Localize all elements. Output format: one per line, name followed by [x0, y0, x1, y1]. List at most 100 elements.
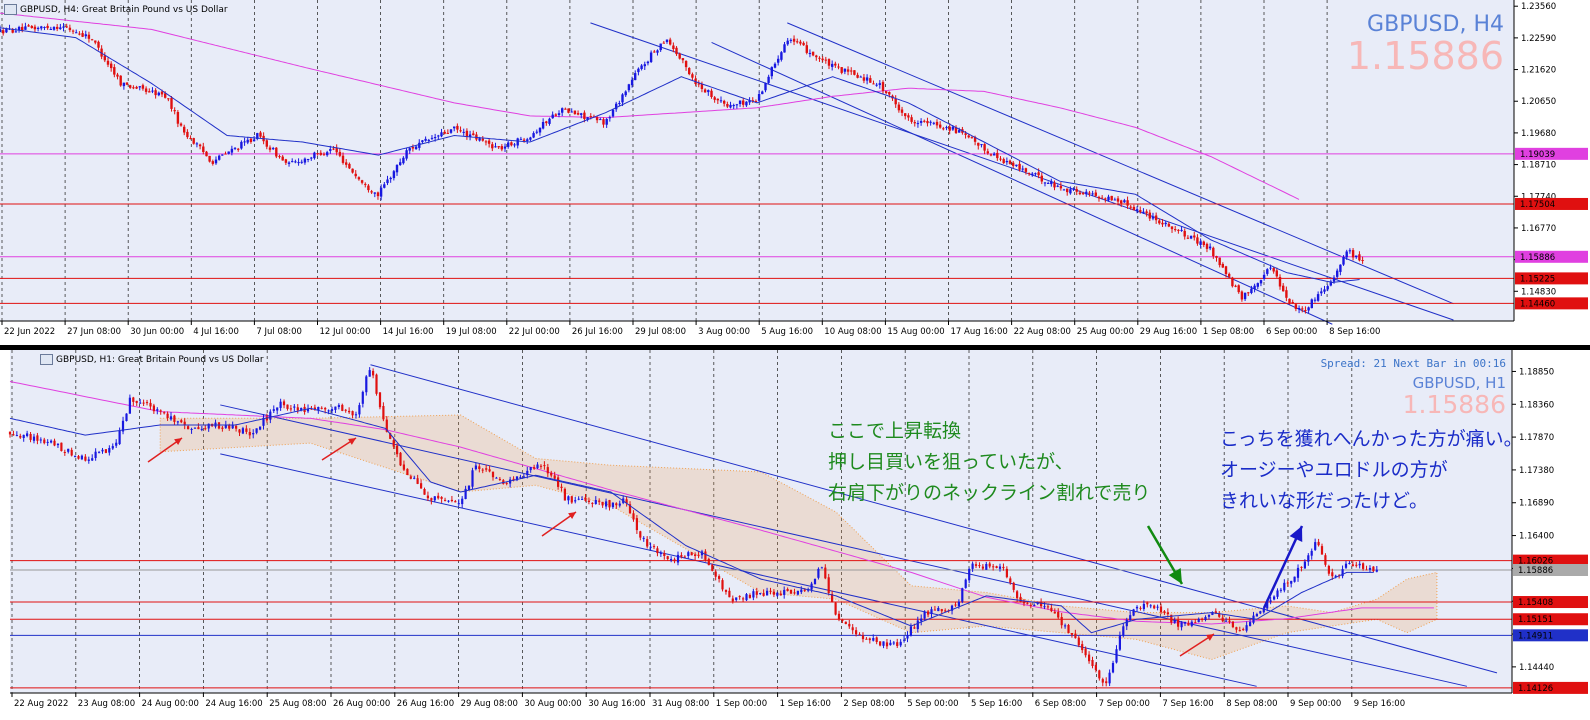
- bear-candle: [345, 162, 348, 165]
- bull-candle: [151, 90, 154, 92]
- bear-candle: [1084, 648, 1087, 656]
- price-tick-label: 1.22590: [1521, 34, 1556, 44]
- bear-candle: [119, 75, 122, 86]
- price-tick-label: 1.18360: [1519, 400, 1554, 410]
- bull-candle: [961, 588, 964, 602]
- bear-candle: [135, 86, 138, 89]
- price-tick-label: 1.21620: [1521, 66, 1556, 76]
- bear-candle: [786, 589, 789, 591]
- bear-candle: [986, 151, 989, 154]
- bull-candle: [580, 113, 583, 115]
- bear-candle: [713, 97, 716, 100]
- bull-candle: [687, 552, 690, 556]
- time-tick-label: 6 Sep 00:00: [1266, 327, 1317, 337]
- bear-candle: [237, 148, 240, 150]
- h1-chart-title: GBPUSD, H1: Great Britain Pound vs US Do…: [56, 354, 264, 365]
- h4-chart-window[interactable]: 1.23560 1.22590 1.21620 1.20650 1.19680 1.187…: [0, 0, 1590, 345]
- bear-candle: [1286, 582, 1289, 584]
- bull-candle: [1269, 267, 1272, 269]
- bear-candle: [635, 518, 638, 531]
- blue-trade-annotation: こっちを獲れへんかった方が痛い。 オージーやユロドルの方が きれいな形だったけど…: [1220, 424, 1523, 517]
- bear-candle: [1139, 607, 1142, 609]
- bear-candle: [865, 638, 868, 640]
- bear-candle: [170, 97, 173, 109]
- bear-candle: [360, 180, 364, 183]
- bear-candle: [332, 148, 335, 150]
- bull-candle: [878, 83, 881, 85]
- time-tick-label: 25 Aug 08:00: [269, 699, 326, 709]
- bull-candle: [993, 153, 996, 156]
- bull-candle: [1283, 582, 1286, 591]
- bear-candle: [456, 125, 459, 130]
- bear-candle: [1053, 611, 1056, 614]
- bull-candle: [1135, 606, 1139, 609]
- bear-candle: [656, 548, 659, 554]
- bear-candle: [1355, 564, 1358, 566]
- bear-candle: [1278, 277, 1282, 287]
- bull-candle: [269, 411, 272, 420]
- bull-candle: [1273, 596, 1276, 600]
- bear-candle: [289, 408, 292, 410]
- bull-candle: [929, 121, 932, 123]
- bull-candle: [1197, 618, 1200, 623]
- bear-candle: [850, 70, 853, 72]
- bull-candle: [427, 139, 430, 141]
- bear-candle: [1008, 160, 1012, 164]
- bull-candle: [1279, 589, 1282, 591]
- bear-candle: [983, 144, 986, 151]
- bear-candle: [875, 637, 878, 642]
- bear-candle: [235, 425, 238, 429]
- bull-candle: [1358, 563, 1361, 566]
- bull-candle: [74, 456, 77, 458]
- bear-candle: [1116, 198, 1120, 202]
- bull-candle: [859, 76, 862, 78]
- time-tick-label: 6 Sep 08:00: [1035, 699, 1086, 709]
- bull-candle: [1276, 590, 1279, 597]
- price-tick-label: 1.16890: [1519, 499, 1554, 509]
- bear-candle: [149, 402, 152, 407]
- time-tick-label: 22 Jun 2022: [4, 327, 55, 337]
- bear-candle: [1202, 241, 1205, 245]
- price-tick-label: 1.17380: [1519, 466, 1554, 476]
- bull-candle: [1091, 193, 1094, 195]
- bull-candle: [32, 436, 36, 441]
- bear-candle: [411, 147, 415, 149]
- h1-chart-window[interactable]: 1.18850 1.18360 1.17870 1.17380 1.16890 1.164…: [0, 350, 1590, 720]
- bull-candle: [643, 64, 646, 67]
- bull-candle: [796, 590, 799, 595]
- price-tick-label: 1.16400: [1519, 532, 1554, 542]
- green-annotation-line: 押し目買いを狙っていたが、: [828, 451, 1074, 473]
- bull-candle: [1190, 621, 1193, 626]
- bear-candle: [167, 98, 170, 100]
- bear-candle: [1167, 223, 1171, 227]
- bear-candle: [286, 404, 289, 409]
- price-tick-label: 1.20650: [1521, 97, 1556, 107]
- bull-candle: [252, 433, 255, 435]
- bull-candle: [413, 477, 416, 479]
- bear-candle: [1174, 229, 1177, 231]
- bear-candle: [354, 173, 357, 177]
- bull-candle: [1069, 189, 1072, 194]
- bear-candle: [913, 122, 916, 124]
- h1-chart-canvas[interactable]: 1.18850 1.18360 1.17870 1.17380 1.16890 1.164…: [0, 350, 1590, 720]
- bear-candle: [714, 571, 717, 577]
- bear-candle: [841, 619, 844, 621]
- bull-candle: [1050, 181, 1053, 185]
- bear-candle: [1275, 270, 1278, 277]
- bear-candle: [1074, 633, 1077, 639]
- bear-candle: [589, 116, 592, 118]
- bull-candle: [214, 159, 218, 164]
- bull-candle: [46, 441, 49, 443]
- bear-candle: [145, 402, 149, 404]
- time-tick-label: 17 Aug 16:00: [951, 327, 1008, 337]
- bull-candle: [1262, 274, 1266, 279]
- bull-candle: [570, 111, 573, 113]
- bear-candle: [718, 576, 721, 579]
- bull-candle: [440, 132, 443, 137]
- time-tick-label: 24 Aug 00:00: [142, 699, 199, 709]
- bear-candle: [1088, 192, 1091, 194]
- bull-candle: [1297, 308, 1301, 310]
- bull-candle: [1015, 164, 1018, 167]
- bull-candle: [190, 429, 193, 430]
- bull-candle: [430, 137, 434, 139]
